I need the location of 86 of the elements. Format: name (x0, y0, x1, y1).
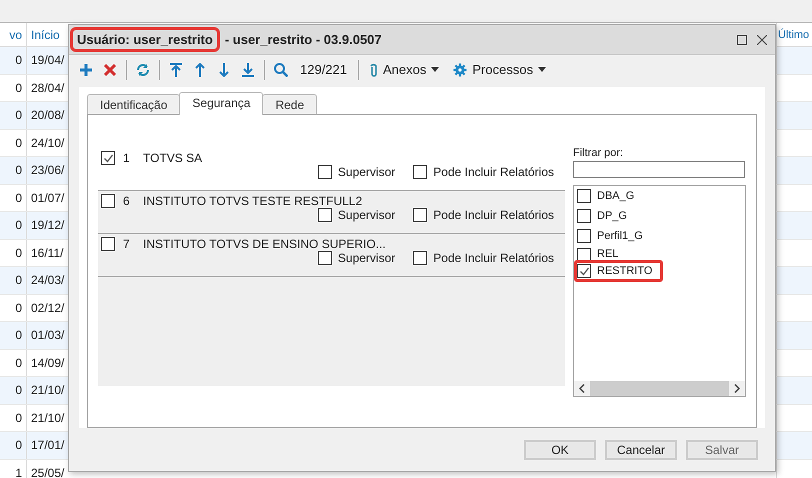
checkbox[interactable] (101, 194, 115, 208)
column-header[interactable]: Início (27, 23, 60, 46)
table-cell: 0 (0, 377, 27, 404)
group-label: Perfil1_G (597, 230, 643, 242)
company-number: 1 (123, 151, 131, 166)
table-cell-text: 24/10/ (30, 134, 64, 152)
table-cell-text: 14/09/ (30, 354, 64, 372)
checkbox[interactable] (318, 251, 332, 266)
checkbox[interactable] (577, 229, 591, 244)
caret-icon (431, 67, 440, 72)
menu-button[interactable]: Anexos (364, 62, 446, 78)
checkbox-label: Pode Incluir Relatórios (433, 208, 554, 222)
dialog-button[interactable]: OK (524, 440, 596, 460)
company-number: 7 (123, 237, 131, 252)
group-label: DBA_G (597, 190, 634, 202)
tab[interactable]: Segurança (179, 92, 264, 116)
group-label: REL (597, 248, 618, 260)
table-cell: 0 (0, 212, 27, 238)
checkbox[interactable] (577, 264, 591, 278)
tab[interactable]: Identificação (87, 94, 180, 116)
table-cell-text: 24/03/ (30, 272, 64, 290)
scroll-left-icon[interactable] (579, 384, 585, 394)
dialog-button[interactable]: Cancelar (605, 440, 677, 460)
table-cell-text: 19/12/ (30, 217, 64, 234)
table-cell-text: 01/03/ (30, 327, 64, 344)
table-cell: 0 (0, 184, 27, 211)
scrollbar-thumb[interactable] (590, 381, 729, 396)
caret-icon (538, 67, 546, 72)
table-cell-text: 17/01/ (30, 437, 64, 454)
checkbox[interactable] (413, 208, 428, 222)
table-cell: 0 (0, 322, 27, 348)
group-label: DP_G (597, 210, 627, 222)
table-cell-text: 19/04/ (30, 52, 64, 70)
checkbox[interactable] (413, 251, 428, 266)
checkbox-label: Pode Incluir Relatórios (433, 251, 554, 266)
group-label: RESTRITO (597, 265, 652, 278)
checkbox-label: Supervisor (338, 208, 396, 222)
table-cell: 0 (0, 102, 27, 128)
table-cell: 0 (0, 74, 27, 101)
table-cell: 0 (0, 157, 27, 184)
close-icon[interactable] (757, 34, 767, 45)
checkbox[interactable] (101, 151, 115, 166)
table-cell: 0 (0, 432, 27, 458)
record-counter: 129/221 (299, 62, 348, 78)
tab[interactable]: Rede (262, 94, 318, 116)
table-cell: 1 (0, 460, 27, 478)
checkbox[interactable] (413, 165, 428, 180)
checkbox[interactable] (318, 208, 332, 222)
company-name: INSTITUTO TOTVS DE ENSINO SUPERIO... (143, 237, 386, 252)
column-header[interactable]: vo (0, 23, 27, 46)
table-cell: 0 (0, 130, 27, 156)
checkbox-label: Supervisor (338, 165, 396, 180)
table-cell-text: 16/11/ (30, 244, 64, 262)
table-cell: 0 (0, 47, 27, 74)
checkbox-label: Pode Incluir Relatórios (433, 165, 554, 180)
company-number: 6 (123, 194, 131, 208)
scroll-right-icon[interactable] (734, 384, 740, 394)
paperclip-icon (370, 62, 378, 77)
company-name: TOTVS SA (143, 151, 202, 166)
table-cell-text: 21/10/ (30, 382, 64, 400)
table-cell: 0 (0, 294, 27, 321)
checkbox-label: Supervisor (338, 251, 396, 266)
table-cell-text: 23/06/ (30, 162, 64, 180)
window-title: Usuário: user_restrito (73, 30, 217, 50)
checkbox[interactable] (577, 189, 591, 204)
gear-icon (453, 62, 468, 77)
table-cell-text: 21/10/ (30, 410, 64, 427)
table-cell-text: 25/05/ (30, 464, 64, 478)
company-name: INSTITUTO TOTVS TESTE RESTFULL2 (143, 194, 362, 208)
window-title: - user_restrito - 03.9.0507 (224, 31, 383, 50)
table-cell-text: 20/08/ (30, 107, 64, 124)
table-cell: 0 (0, 267, 27, 294)
table-cell: 0 (0, 240, 27, 266)
filter-field[interactable] (573, 161, 745, 178)
checkbox[interactable] (577, 248, 591, 260)
table-cell-text: 02/12/ (30, 300, 64, 317)
table-cell: 0 (0, 404, 27, 431)
menu-button[interactable]: Processos (447, 62, 552, 78)
table-cell-text: 28/04/ (30, 80, 64, 97)
checkbox[interactable] (577, 209, 591, 224)
table-cell-text: 01/07/ (30, 190, 64, 207)
table-cell: 0 (0, 350, 27, 376)
checkbox[interactable] (101, 237, 115, 252)
maximize-icon[interactable] (737, 34, 747, 45)
checkbox[interactable] (318, 165, 332, 180)
filter-label: Filtrar por: (573, 147, 624, 160)
